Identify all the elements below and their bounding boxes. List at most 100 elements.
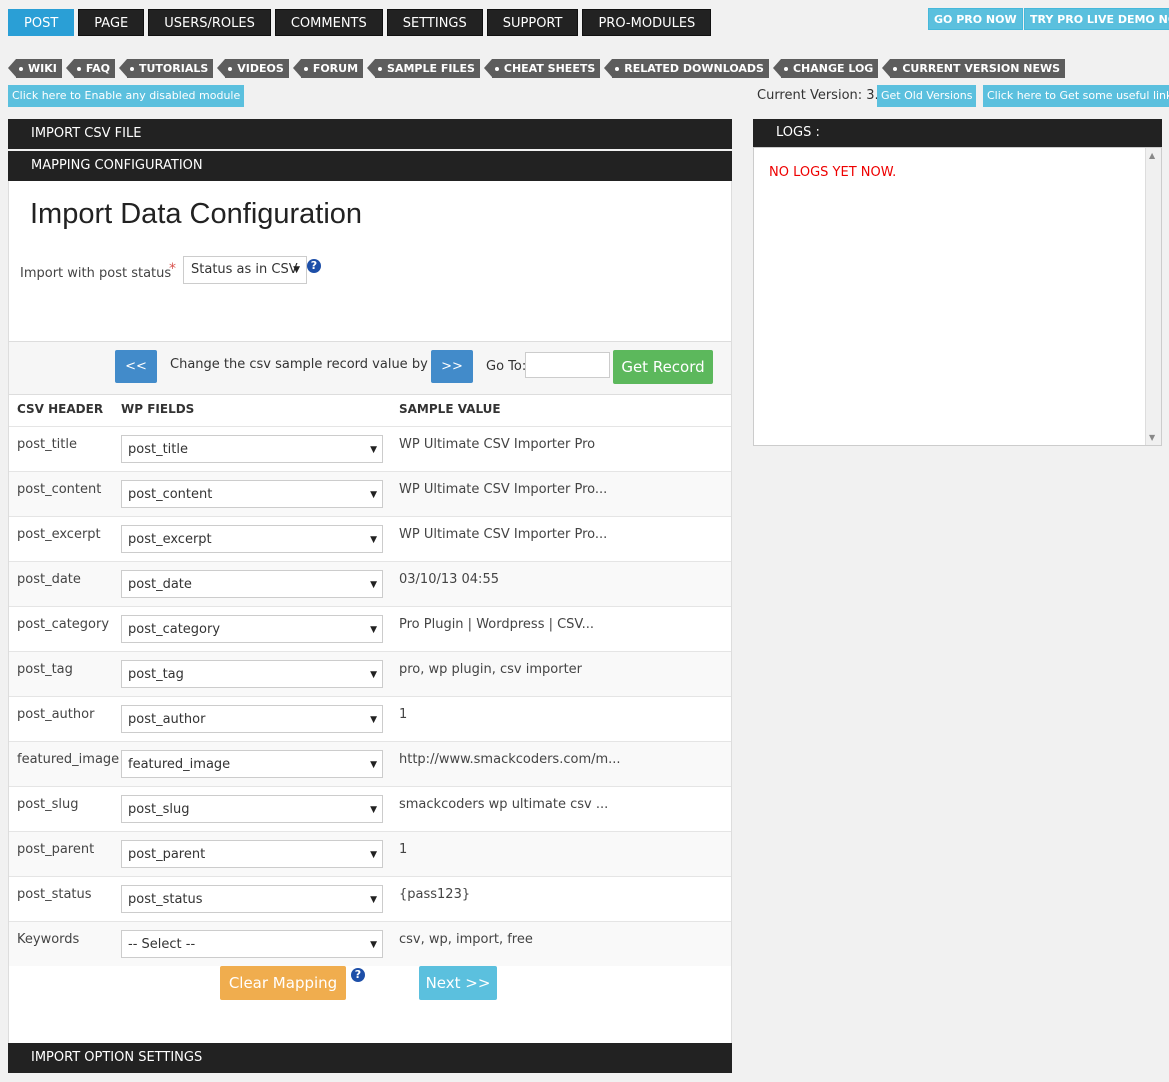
- link-tutorials[interactable]: TUTORIALS: [118, 59, 214, 78]
- get-old-versions-button[interactable]: Get Old Versions: [877, 85, 977, 107]
- table-row: post_slug post_slug ▼ smackcoders wp ultima…: [9, 786, 731, 831]
- chevron-down-icon: ▼: [370, 850, 377, 860]
- required-mark: *: [169, 261, 176, 277]
- try-pro-demo-button[interactable]: TRY PRO LIVE DEMO NOW: [1024, 8, 1169, 30]
- clear-mapping-help-icon[interactable]: ?: [351, 968, 365, 982]
- wp-field-value: post_excerpt: [128, 532, 212, 547]
- sample-value-cell: smackcoders wp ultimate csv ...: [399, 797, 609, 812]
- link-wiki[interactable]: WIKI: [8, 59, 62, 78]
- table-row: post_tag post_tag ▼ pro, wp plugin, csv imp…: [9, 651, 731, 696]
- link-faq[interactable]: FAQ: [65, 59, 115, 78]
- chevron-down-icon: ▼: [293, 265, 300, 275]
- csv-header-cell: featured_image: [17, 752, 120, 767]
- tab-pro-modules[interactable]: PRO-MODULES: [582, 9, 712, 36]
- sample-value-cell: 1: [399, 707, 408, 722]
- chevron-down-icon: ▼: [370, 445, 377, 455]
- wp-fields-column: WP FIELDS: [121, 402, 195, 416]
- csv-header-cell: post_status: [17, 887, 92, 902]
- resource-links: WIKI FAQ TUTORIALS VIDEOS FORUM SAMPLE FILES C…: [8, 59, 1071, 78]
- page-title: Import Data Configuration: [30, 198, 363, 230]
- wp-field-value: -- Select --: [128, 937, 196, 952]
- wp-field-value: post_slug: [128, 802, 190, 817]
- import-csv-section-header[interactable]: IMPORT CSV FILE: [8, 119, 732, 149]
- get-record-button[interactable]: Get Record: [613, 350, 713, 384]
- wp-field-value: post_date: [128, 577, 192, 592]
- wp-field-select[interactable]: -- Select -- ▼: [121, 930, 383, 958]
- enable-module-button[interactable]: Click here to Enable any disabled module: [8, 85, 245, 107]
- sample-value-cell: Pro Plugin | Wordpress | CSV...: [399, 617, 595, 632]
- mapping-section-header[interactable]: MAPPING CONFIGURATION: [8, 151, 732, 181]
- table-row: featured_image featured_image ▼ http://www.…: [9, 741, 731, 786]
- link-sample-files[interactable]: SAMPLE FILES: [367, 59, 480, 78]
- csv-header-cell: post_slug: [17, 797, 79, 812]
- wp-field-select[interactable]: featured_image ▼: [121, 750, 383, 778]
- wp-field-value: post_content: [128, 487, 213, 502]
- wp-field-select[interactable]: post_author ▼: [121, 705, 383, 733]
- next-record-button[interactable]: >>: [431, 350, 473, 383]
- csv-header-cell: Keywords: [17, 932, 80, 947]
- clear-mapping-button[interactable]: Clear Mapping: [220, 966, 346, 1000]
- useful-links-button[interactable]: Click here to Get some useful links: [983, 85, 1169, 107]
- link-forum[interactable]: FORUM: [292, 59, 364, 78]
- csv-header-cell: post_content: [17, 482, 102, 497]
- scroll-up-icon[interactable]: ▲: [1149, 151, 1155, 160]
- help-icon[interactable]: ?: [307, 259, 321, 273]
- scroll-down-icon[interactable]: ▼: [1149, 433, 1155, 442]
- wp-field-value: post_tag: [128, 667, 184, 682]
- csv-header-cell: post_tag: [17, 662, 73, 677]
- logs-scrollbar[interactable]: ▲ ▼: [1145, 148, 1161, 445]
- wp-field-select[interactable]: post_date ▼: [121, 570, 383, 598]
- tab-post[interactable]: POST: [8, 9, 75, 36]
- wp-field-value: post_parent: [128, 847, 206, 862]
- wp-field-select[interactable]: post_tag ▼: [121, 660, 383, 688]
- csv-header-cell: post_title: [17, 437, 77, 452]
- logs-empty-text: NO LOGS YET NOW.: [769, 165, 897, 180]
- goto-label: Go To:: [486, 359, 527, 374]
- wp-field-select[interactable]: post_content ▼: [121, 480, 383, 508]
- wp-field-value: post_title: [128, 442, 188, 457]
- tab-page[interactable]: PAGE: [78, 9, 145, 36]
- logs-panel: NO LOGS YET NOW. ▲ ▼: [753, 147, 1162, 446]
- main-tabs: POST PAGE USERS/ROLES COMMENTS SETTINGS SUPPO…: [8, 9, 715, 36]
- csv-header-cell: post_date: [17, 572, 81, 587]
- table-row: post_category post_category ▼ Pro Plugin | …: [9, 606, 731, 651]
- sample-value-cell: WP Ultimate CSV Importer Pro: [399, 437, 596, 452]
- wp-field-select[interactable]: post_status ▼: [121, 885, 383, 913]
- sample-value-cell: WP Ultimate CSV Importer Pro...: [399, 482, 608, 497]
- table-row: post_parent post_parent ▼ 1: [9, 831, 731, 876]
- chevron-down-icon: ▼: [370, 895, 377, 905]
- link-related-downloads[interactable]: RELATED DOWNLOADS: [604, 59, 769, 78]
- import-options-section-header[interactable]: IMPORT OPTION SETTINGS: [8, 1043, 732, 1073]
- wp-field-select[interactable]: post_category ▼: [121, 615, 383, 643]
- tab-comments[interactable]: COMMENTS: [274, 9, 383, 36]
- link-cheat-sheets[interactable]: CHEAT SHEETS: [483, 59, 601, 78]
- post-status-label: Import with post status: [20, 266, 172, 281]
- link-change-log[interactable]: CHANGE LOG: [772, 59, 879, 78]
- tab-users-roles[interactable]: USERS/ROLES: [148, 9, 271, 36]
- wp-field-select[interactable]: post_slug ▼: [121, 795, 383, 823]
- table-row: post_date post_date ▼ 03/10/13 04:55: [9, 561, 731, 606]
- logs-header: LOGS :: [753, 119, 1162, 147]
- post-status-value: Status as in CSV: [191, 262, 298, 277]
- csv-header-column: CSV HEADER: [17, 402, 104, 416]
- wp-field-value: post_author: [128, 712, 206, 727]
- mapping-panel: Import Data Configuration Import with po…: [8, 181, 732, 1043]
- post-status-select[interactable]: Status as in CSV ▼: [183, 256, 307, 284]
- tab-support[interactable]: SUPPORT: [486, 9, 579, 36]
- record-nav-text: Change the csv sample record value by ro…: [170, 357, 463, 372]
- next-button[interactable]: Next >>: [419, 966, 497, 1000]
- sample-value-cell: csv, wp, import, free: [399, 932, 533, 947]
- go-pro-button[interactable]: GO PRO NOW: [928, 8, 1023, 30]
- table-row: post_author post_author ▼ 1: [9, 696, 731, 741]
- table-row: post_content post_content ▼ WP Ultimate CSV…: [9, 471, 731, 516]
- goto-input[interactable]: [525, 352, 610, 378]
- wp-field-select[interactable]: post_title ▼: [121, 435, 383, 463]
- link-current-version-news[interactable]: CURRENT VERSION NEWS: [882, 59, 1066, 78]
- wp-field-select[interactable]: post_parent ▼: [121, 840, 383, 868]
- wp-field-select[interactable]: post_excerpt ▼: [121, 525, 383, 553]
- link-videos[interactable]: VIDEOS: [217, 59, 289, 78]
- prev-record-button[interactable]: <<: [115, 350, 157, 383]
- csv-header-cell: post_excerpt: [17, 527, 101, 542]
- chevron-down-icon: ▼: [370, 535, 377, 545]
- tab-settings[interactable]: SETTINGS: [386, 9, 483, 36]
